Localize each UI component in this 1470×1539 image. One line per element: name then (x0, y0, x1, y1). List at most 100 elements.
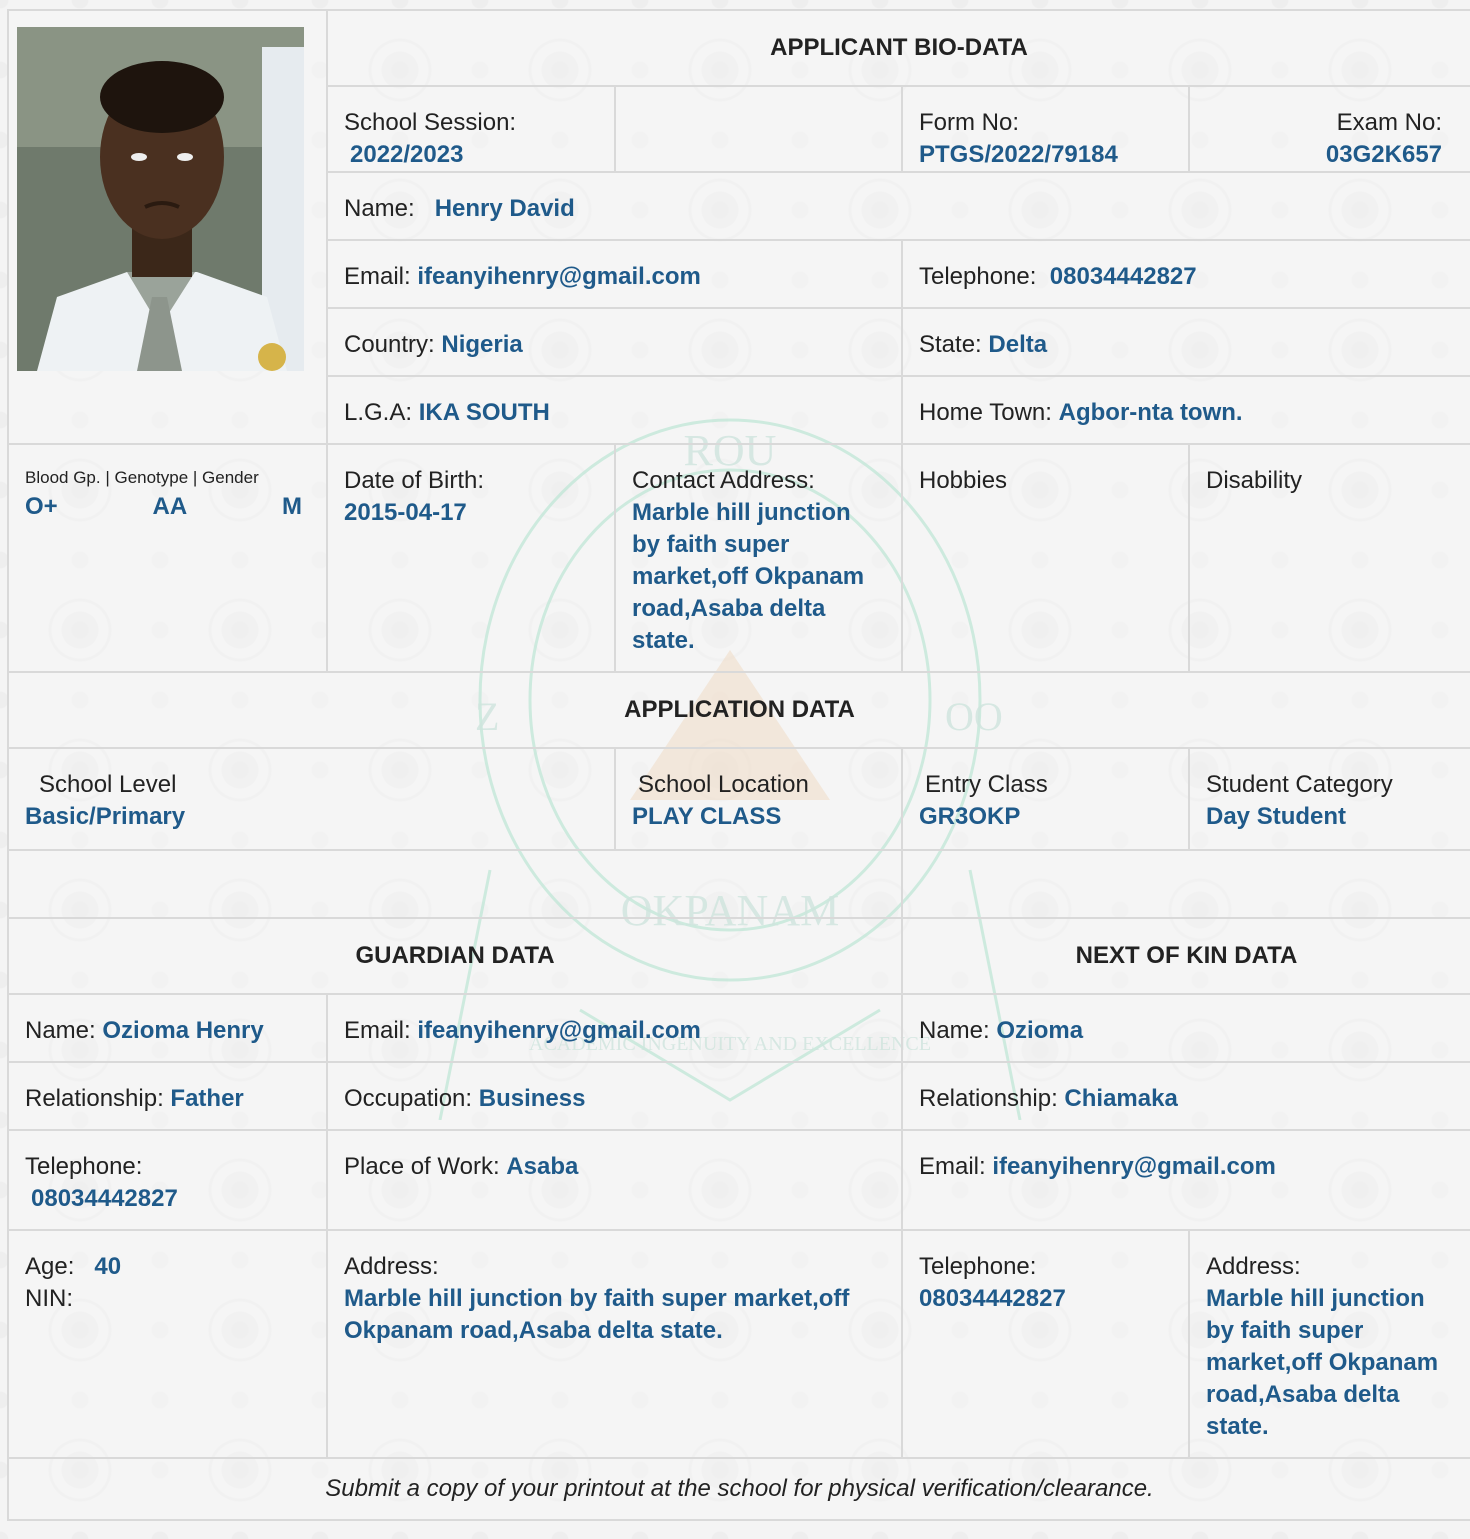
hometown-label: Home Town: (919, 399, 1052, 426)
guardian-telephone-cell: Telephone: 08034442827 (7, 1129, 328, 1231)
guardian-occupation-value: Business (478, 1085, 586, 1112)
guardian-place-of-work-cell: Place of Work: Asaba (326, 1129, 903, 1231)
kin-name-value: Ozioma (996, 1017, 1084, 1044)
name-cell: Name: Henry David (325, 171, 1470, 241)
school-level-value: Basic/Primary (25, 803, 186, 830)
guardian-place-of-work-value: Asaba (506, 1153, 579, 1180)
session-cell: School Session: 2022/2023 (326, 85, 616, 173)
guardian-email-cell: Email: ifeanyihenry@gmail.com (326, 993, 903, 1063)
kin-relationship-label: Relationship: (919, 1085, 1058, 1112)
guardian-address-value: Marble hill junction by faith super mark… (344, 1285, 850, 1344)
disability-label: Disability (1206, 467, 1303, 494)
guardian-occupation-label: Occupation: (344, 1085, 473, 1112)
guardian-name-cell: Name: Ozioma Henry (7, 993, 328, 1063)
country-cell: Country: Nigeria (326, 307, 903, 377)
school-level-label: School Level (39, 771, 177, 798)
telephone-value: 08034442827 (1049, 263, 1197, 290)
applicant-photo (17, 27, 304, 371)
school-level-cell: School Level Basic/Primary (7, 747, 616, 851)
school-location-cell: School Location PLAY CLASS (614, 747, 903, 851)
entry-class-value: GR3OKP (919, 803, 1021, 830)
guardian-relationship-label: Relationship: (25, 1085, 164, 1112)
spacer-cell (900, 849, 1470, 919)
guardian-name-value: Ozioma Henry (102, 1017, 264, 1044)
exam-no-cell: Exam No: 03G2K657 (1187, 85, 1470, 173)
empty-cell (614, 85, 903, 173)
contact-address-label: Contact Address: (632, 467, 815, 494)
entry-class-cell: Entry Class GR3OKP (901, 747, 1190, 851)
disability-cell: Disability (1187, 443, 1470, 673)
telephone-cell: Telephone: 08034442827 (900, 239, 1470, 309)
gender-value: M (281, 493, 302, 520)
country-label: Country: (344, 331, 435, 358)
kin-address-value: Marble hill junction by faith super mark… (1206, 1285, 1439, 1440)
email-value: ifeanyihenry@gmail.com (417, 263, 701, 290)
school-location-label: School Location (638, 771, 809, 798)
blood-genotype-gender-cell: Blood Gp. | Genotype | Gender O+ AA M (7, 443, 328, 673)
application-heading: APPLICATION DATA (6, 671, 1470, 749)
guardian-name-label: Name: (25, 1017, 96, 1044)
lga-label: L.G.A: (344, 399, 413, 426)
kin-relationship-value: Chiamaka (1064, 1085, 1178, 1112)
lga-cell: L.G.A: IKA SOUTH (326, 375, 903, 445)
kin-name-label: Name: (919, 1017, 990, 1044)
hobbies-label: Hobbies (919, 467, 1008, 494)
form-no-value: PTGS/2022/79184 (919, 141, 1118, 168)
form-no-cell: Form No: PTGS/2022/79184 (901, 85, 1190, 173)
kin-heading: NEXT OF KIN DATA (900, 917, 1470, 995)
state-value: Delta (988, 331, 1048, 358)
guardian-email-label: Email: (344, 1017, 411, 1044)
dob-label: Date of Birth: (344, 467, 485, 494)
guardian-age-nin-cell: Age: 40 NIN: (7, 1229, 328, 1459)
blood-genotype-gender-label: Blood Gp. | Genotype | Gender (25, 468, 259, 487)
genotype-value: AA (152, 493, 188, 520)
guardian-age-value: 40 (94, 1253, 122, 1280)
telephone-label: Telephone: (919, 263, 1037, 290)
footer-note: Submit a copy of your printout at the sc… (6, 1457, 1470, 1521)
guardian-relationship-cell: Relationship: Father (7, 1061, 328, 1131)
lga-value: IKA SOUTH (418, 399, 550, 426)
state-cell: State: Delta (900, 307, 1470, 377)
dob-cell: Date of Birth: 2015-04-17 (326, 443, 616, 673)
guardian-address-cell: Address: Marble hill junction by faith s… (326, 1229, 903, 1459)
kin-telephone-cell: Telephone: 08034442827 (901, 1229, 1190, 1459)
kin-telephone-label: Telephone: (919, 1253, 1037, 1280)
guardian-address-label: Address: (344, 1253, 439, 1280)
email-label: Email: (344, 263, 411, 290)
photo-cell (7, 9, 328, 445)
guardian-age-label: Age: (25, 1253, 75, 1280)
school-location-value: PLAY CLASS (632, 803, 782, 830)
guardian-relationship-value: Father (170, 1085, 244, 1112)
name-value: Henry David (434, 195, 575, 222)
guardian-heading: GUARDIAN DATA (7, 917, 903, 995)
kin-relationship-cell: Relationship: Chiamaka (900, 1061, 1470, 1131)
exam-no-value: 03G2K657 (1325, 141, 1443, 168)
kin-email-cell: Email: ifeanyihenry@gmail.com (900, 1129, 1470, 1231)
guardian-occupation-cell: Occupation: Business (326, 1061, 903, 1131)
guardian-email-value: ifeanyihenry@gmail.com (417, 1017, 701, 1044)
hometown-value: Agbor-nta town. (1058, 399, 1243, 426)
session-value: 2022/2023 (350, 141, 464, 168)
dob-value: 2015-04-17 (344, 499, 467, 526)
country-value: Nigeria (441, 331, 523, 358)
kin-address-cell: Address: Marble hill junction by faith s… (1187, 1229, 1470, 1459)
bio-data-sheet: APPLICANT BIO-DATA School Session: 2022/… (6, 9, 1470, 1521)
kin-telephone-value: 08034442827 (919, 1285, 1066, 1312)
guardian-nin-label: NIN: (25, 1285, 73, 1312)
kin-name-cell: Name: Ozioma (900, 993, 1470, 1063)
hobbies-cell: Hobbies (901, 443, 1190, 673)
contact-address-cell: Contact Address: Marble hill junction by… (614, 443, 903, 673)
contact-address-value: Marble hill junction by faith super mark… (632, 499, 865, 654)
spacer-cell (7, 849, 903, 919)
state-label: State: (919, 331, 982, 358)
form-no-label: Form No: (919, 109, 1020, 136)
entry-class-label: Entry Class (925, 771, 1048, 798)
name-label: Name: (344, 195, 415, 222)
blood-group-value: O+ (25, 493, 58, 520)
guardian-telephone-label: Telephone: (25, 1153, 143, 1180)
email-cell: Email: ifeanyihenry@gmail.com (326, 239, 903, 309)
kin-address-label: Address: (1206, 1253, 1301, 1280)
hometown-cell: Home Town: Agbor-nta town. (900, 375, 1470, 445)
student-category-cell: Student Category Day Student (1187, 747, 1470, 851)
guardian-telephone-value: 08034442827 (31, 1185, 178, 1212)
